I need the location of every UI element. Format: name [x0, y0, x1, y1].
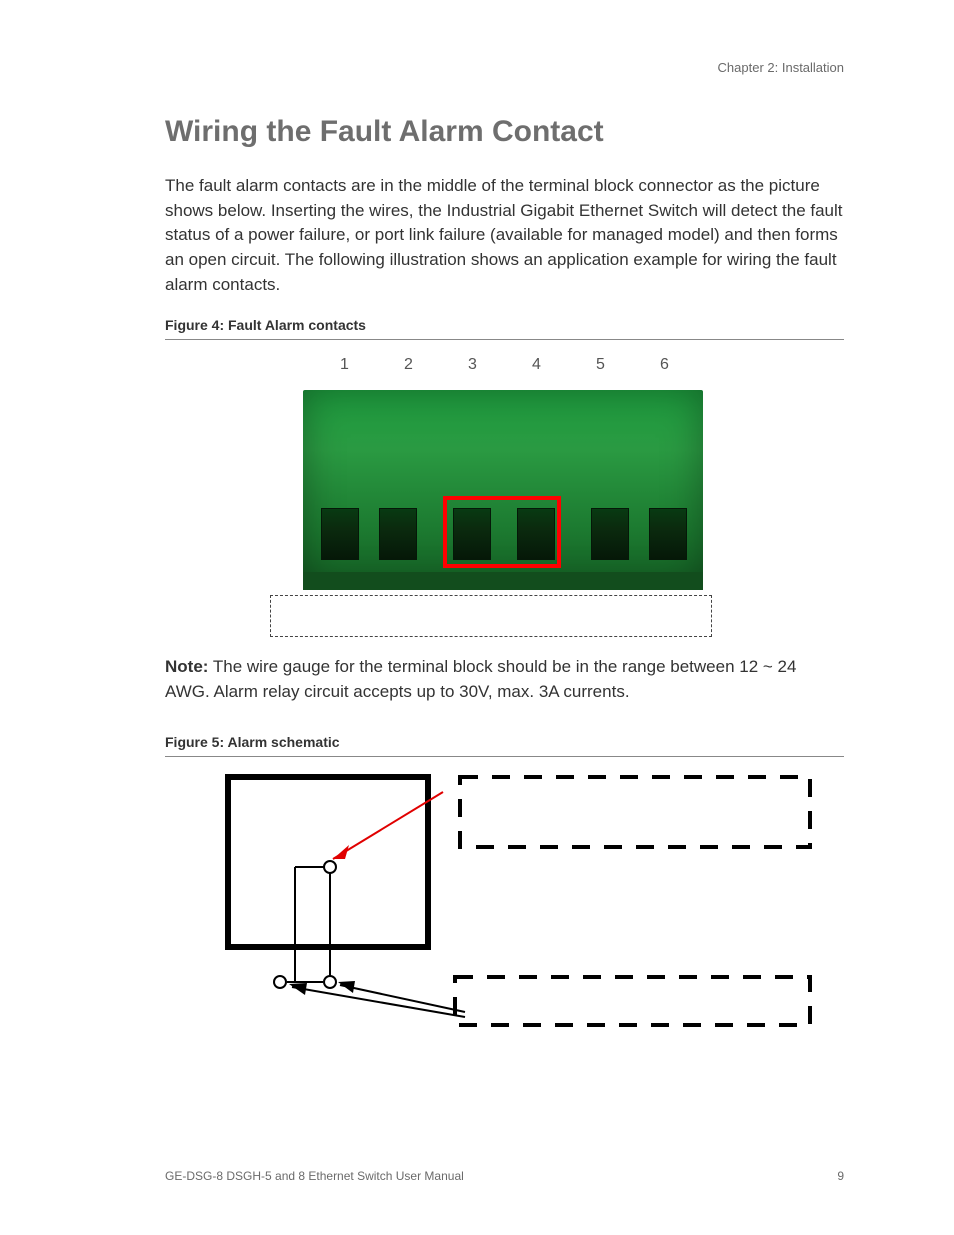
figure4-dashed-box [270, 595, 712, 637]
red-arrow-head [333, 845, 349, 859]
terminal-hole [379, 508, 417, 560]
terminal-hole [649, 508, 687, 560]
schematic-node [324, 976, 336, 988]
black-arrow-head [338, 981, 355, 993]
schematic-node [324, 861, 336, 873]
chapter-header: Chapter 2: Installation [718, 60, 844, 75]
figure5-rule [165, 756, 844, 757]
figure4-label: 2 [400, 356, 418, 374]
footer-manual-title: GE-DSG-8 DSGH-5 and 8 Ethernet Switch Us… [165, 1169, 464, 1183]
section-paragraph: The fault alarm contacts are in the midd… [165, 174, 844, 297]
dashed-box-lower [455, 977, 810, 1025]
footer-page-number: 9 [837, 1169, 844, 1183]
black-arrow-line [292, 987, 465, 1017]
figure4-label: 4 [528, 356, 546, 374]
figure4-label: 5 [592, 356, 610, 374]
page-footer: GE-DSG-8 DSGH-5 and 8 Ethernet Switch Us… [165, 1169, 844, 1183]
black-arrow-head [289, 983, 307, 995]
alarm-schematic-svg [165, 767, 825, 1057]
note-label: Note: [165, 657, 208, 676]
figure4-area: 1 2 3 4 5 6 [165, 350, 844, 645]
figure4-label: 1 [336, 356, 354, 374]
figure4-labels: 1 2 3 4 5 6 [165, 356, 844, 374]
terminal-block-photo [303, 390, 703, 590]
terminal-hole [321, 508, 359, 560]
figure5-caption: Figure 5: Alarm schematic [165, 734, 844, 750]
note-text: Note: The wire gauge for the terminal bl… [165, 655, 844, 704]
schematic-node [274, 976, 286, 988]
figure4-label: 6 [656, 356, 674, 374]
figure4-rule [165, 339, 844, 340]
dashed-box-upper [460, 777, 810, 847]
note-body: The wire gauge for the terminal block sh… [165, 657, 796, 701]
section-title: Wiring the Fault Alarm Contact [165, 115, 844, 149]
figure5-area [165, 767, 844, 1057]
document-page: Chapter 2: Installation Wiring the Fault… [0, 0, 954, 1235]
figure4-label: 3 [464, 356, 482, 374]
terminal-hole [591, 508, 629, 560]
fault-contact-highlight [443, 496, 561, 568]
figure4-caption: Figure 4: Fault Alarm contacts [165, 317, 844, 333]
